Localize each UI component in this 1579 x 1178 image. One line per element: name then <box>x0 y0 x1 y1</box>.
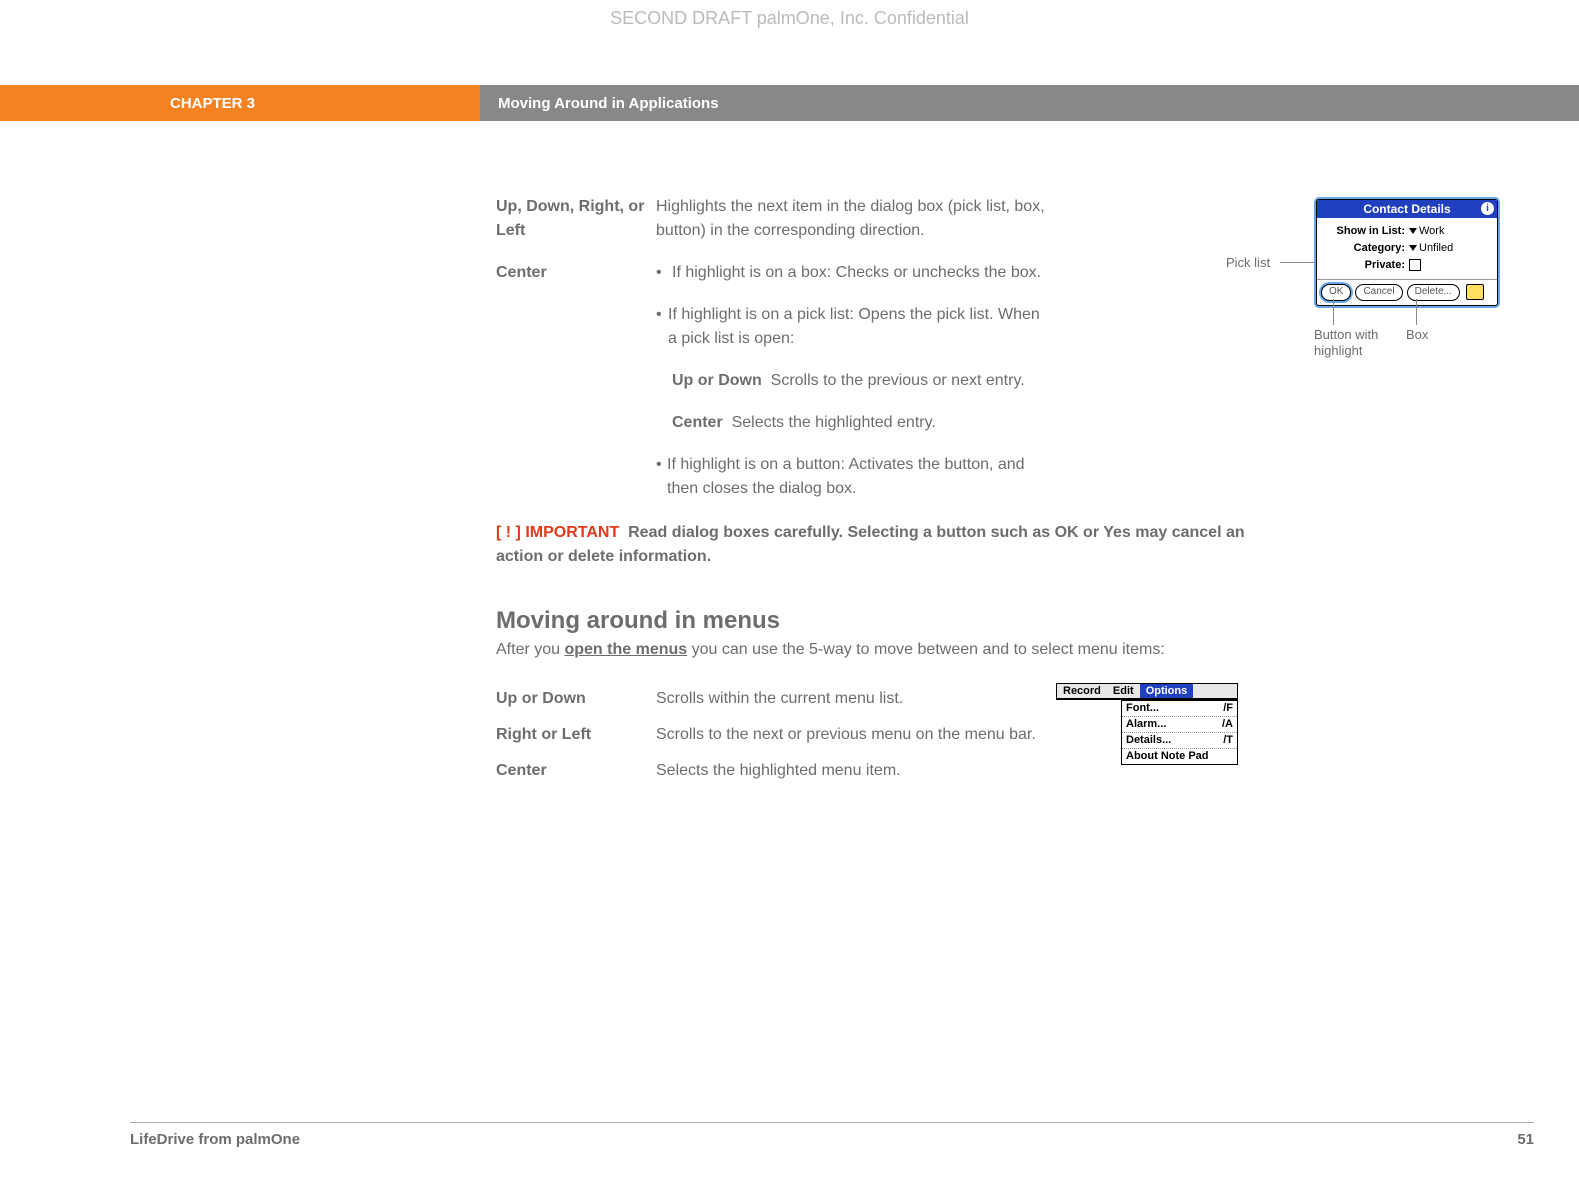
ok-button: OK <box>1321 284 1351 301</box>
nav-term: Center <box>496 261 656 501</box>
dropdown-triangle-icon <box>1409 228 1417 234</box>
menubar-item-options: Options <box>1140 684 1194 698</box>
chapter-header: CHAPTER 3 Moving Around in Applications <box>0 85 1579 121</box>
palm-button-row: OK Cancel Delete... <box>1317 279 1497 305</box>
open-menus-link[interactable]: open the menus <box>564 641 687 658</box>
menu-item: Details... /T <box>1122 732 1237 748</box>
dropdown-triangle-icon <box>1409 245 1417 251</box>
menu-item-label: Alarm... <box>1126 717 1166 732</box>
private-label: Private: <box>1323 259 1405 271</box>
main-content: Pick list Contact Details i Show in List… <box>496 195 1516 795</box>
delete-button: Delete... <box>1407 284 1460 301</box>
menu-row: Up or Down Scrolls within the current me… <box>496 687 1516 711</box>
note-icon <box>1466 284 1484 300</box>
category-label: Category: <box>1323 242 1405 254</box>
important-callout: [ ! ] IMPORTANT Read dialog boxes carefu… <box>496 521 1276 569</box>
menu-desc: Selects the highlighted menu item. <box>656 759 1056 783</box>
important-tag: [ ! ] IMPORTANT <box>496 524 619 541</box>
menu-row: Right or Left Scrolls to the next or pre… <box>496 723 1516 747</box>
menu-item: About Note Pad <box>1122 748 1237 764</box>
sub-term: Up or Down <box>672 372 762 389</box>
sub-entry: Up or Down Scrolls to the previous or ne… <box>672 369 1046 393</box>
info-icon: i <box>1481 202 1494 215</box>
footer-page-number: 51 <box>1517 1131 1534 1148</box>
menu-term: Center <box>496 759 656 783</box>
annotation-box: Box <box>1406 327 1428 343</box>
confidential-watermark: SECOND DRAFT palmOne, Inc. Confidential <box>0 8 1579 29</box>
nav-term: Up, Down, Right, or Left <box>496 195 656 243</box>
annotation-picklist: Pick list <box>1226 255 1270 271</box>
menu-item-shortcut: /T <box>1223 733 1233 748</box>
menu-item-label: About Note Pad <box>1126 749 1209 764</box>
bullet-text: If highlight is on a box: Checks or unch… <box>672 261 1041 285</box>
menu-desc: Scrolls within the current menu list. <box>656 687 1056 711</box>
menu-item: Font... /F <box>1122 701 1237 716</box>
annotation-line <box>1416 299 1417 325</box>
private-checkbox <box>1409 259 1421 271</box>
section-intro: After you open the menus you can use the… <box>496 641 1516 659</box>
palm-dialog-title-text: Contact Details <box>1363 202 1450 216</box>
menu-desc: Scrolls to the next or previous menu on … <box>656 723 1056 747</box>
menubar-item-record: Record <box>1057 684 1107 698</box>
sub-text: Scrolls to the previous or next entry. <box>771 372 1025 389</box>
chapter-label: CHAPTER 3 <box>0 85 480 121</box>
intro-post: you can use the 5-way to move between an… <box>687 641 1165 658</box>
bullet-text: If highlight is on a pick list: Opens th… <box>668 303 1046 351</box>
figure-menu: Record Edit Options Font.../F Alarm.../A… <box>1056 683 1238 700</box>
palm-row-showinlist: Show in List: Work <box>1323 222 1491 239</box>
show-in-list-value: Work <box>1419 225 1444 237</box>
show-in-list-label: Show in List: <box>1323 225 1405 237</box>
menu-row: Center Selects the highlighted menu item… <box>496 759 1516 783</box>
menubar-item-edit: Edit <box>1107 684 1140 698</box>
footer-product: LifeDrive from palmOne <box>130 1131 300 1148</box>
palm-row-category: Category: Unfiled <box>1323 239 1491 256</box>
bullet-text: If highlight is on a button: Activates t… <box>667 453 1046 501</box>
bullet-icon: • <box>656 261 672 285</box>
intro-pre: After you <box>496 641 564 658</box>
palm-row-private: Private: <box>1323 256 1491 273</box>
palm-dialog-title: Contact Details i <box>1317 200 1497 218</box>
bullet-icon: • <box>656 303 668 351</box>
menu-item-label: Font... <box>1126 701 1159 716</box>
menu-item-shortcut: /F <box>1223 701 1233 716</box>
palm-dropdown: Font... /F Alarm... /A Details... /T About … <box>1121 700 1238 765</box>
sub-entry: Center Selects the highlighted entry. <box>672 411 1046 435</box>
nav-desc: Highlights the next item in the dialog b… <box>656 195 1046 243</box>
menu-nav-table: Up or Down Scrolls within the current me… <box>496 687 1516 783</box>
annotation-line <box>1333 299 1334 325</box>
menu-item-shortcut: /A <box>1222 717 1233 732</box>
category-value: Unfiled <box>1419 242 1453 254</box>
menu-term: Up or Down <box>496 687 656 711</box>
chapter-title: Moving Around in Applications <box>480 85 1579 121</box>
sub-term: Center <box>672 414 723 431</box>
section-heading-menus: Moving around in menus <box>496 607 1516 635</box>
menu-item: Alarm... /A <box>1122 716 1237 732</box>
palm-dialog: Contact Details i Show in List: Work Cat… <box>1316 199 1498 306</box>
annotation-button-highlight: Button with highlight <box>1314 327 1394 358</box>
bullet-icon: • <box>656 453 667 501</box>
page-footer: LifeDrive from palmOne 51 <box>130 1122 1534 1148</box>
menu-term: Right or Left <box>496 723 656 747</box>
sub-text: Selects the highlighted entry. <box>732 414 936 431</box>
palm-dialog-body: Show in List: Work Category: Unfiled Pri… <box>1317 218 1497 279</box>
palm-menubar: Record Edit Options <box>1057 684 1237 699</box>
menu-item-label: Details... <box>1126 733 1171 748</box>
cancel-button: Cancel <box>1355 284 1402 301</box>
nav-desc: •If highlight is on a box: Checks or unc… <box>656 261 1046 501</box>
